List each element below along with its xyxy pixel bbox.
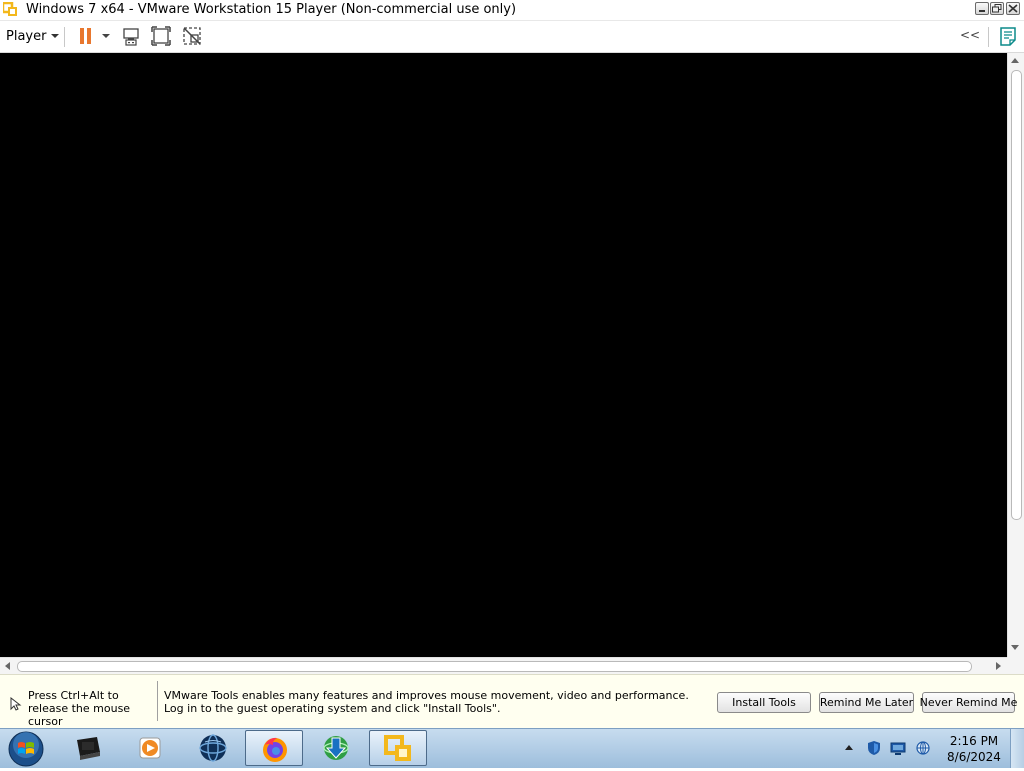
display-icon [890, 742, 906, 755]
tray-display[interactable] [890, 740, 906, 756]
toolbar-divider [64, 27, 65, 47]
network-globe-icon [199, 734, 227, 762]
scroll-down-arrow-icon[interactable] [1011, 645, 1019, 650]
chevron-down-icon [102, 34, 110, 38]
collapse-library-button[interactable]: << [960, 28, 980, 42]
vertical-scroll-thumb[interactable] [1011, 70, 1022, 520]
mouse-cursor-icon [10, 696, 22, 714]
taskbar-item-vmware-player[interactable] [369, 730, 427, 766]
network-icon [916, 741, 930, 755]
taskbar-item-internet-download-manager[interactable] [307, 730, 365, 766]
vmware-tools-message: VMware Tools enables many features and i… [164, 689, 689, 715]
clock-date: 8/6/2024 [947, 750, 1001, 764]
tray-network[interactable] [915, 740, 931, 756]
pause-button[interactable] [74, 24, 98, 48]
send-ctrl-alt-del-button[interactable] [120, 24, 144, 48]
pause-icon [80, 28, 91, 44]
title-bar[interactable]: Windows 7 x64 - VMware Workstation 15 Pl… [0, 0, 1024, 21]
close-button[interactable] [1006, 2, 1020, 15]
vertical-scrollbar[interactable] [1007, 53, 1024, 657]
taskbar-item-media-player[interactable] [121, 730, 179, 766]
notification-divider [157, 681, 158, 721]
computer-icon [77, 737, 100, 760]
taskbar-item-firefox[interactable] [245, 730, 303, 766]
close-icon [1008, 4, 1018, 13]
vmware-player-icon [384, 735, 411, 761]
scroll-right-arrow-icon[interactable] [996, 662, 1001, 670]
player-toolbar: Player << [0, 21, 1024, 53]
shield-icon [868, 741, 880, 755]
taskbar-item-network-globe[interactable] [184, 730, 242, 766]
internet-download-manager-icon [323, 736, 349, 760]
restore-icon [992, 4, 1002, 13]
show-desktop-button[interactable] [1010, 729, 1024, 768]
message-log-button[interactable] [996, 24, 1020, 48]
never-remind-me-button[interactable]: Never Remind Me [920, 692, 1017, 713]
minimize-button[interactable] [975, 2, 989, 15]
unity-icon [183, 27, 201, 45]
horizontal-scrollbar[interactable] [0, 657, 1007, 674]
unity-mode-button[interactable] [180, 24, 204, 48]
media-player-icon [139, 737, 161, 759]
firefox-icon [263, 737, 287, 762]
windows-taskbar: 2:16 PM 8/6/2024 [0, 728, 1024, 768]
show-hidden-icons-arrow-icon[interactable] [845, 745, 853, 750]
minimize-icon [979, 10, 985, 12]
chevron-down-icon [51, 34, 60, 38]
scroll-left-arrow-icon[interactable] [5, 662, 10, 670]
full-screen-button[interactable] [149, 24, 173, 48]
vm-display[interactable] [0, 53, 1007, 657]
window-title: Windows 7 x64 - VMware Workstation 15 Pl… [26, 2, 517, 17]
start-button[interactable] [6, 730, 46, 768]
scrollbar-corner [1007, 657, 1024, 674]
player-menu-button[interactable]: Player [6, 27, 60, 45]
ctrl-alt-del-icon [123, 28, 139, 46]
vmware-logo-icon [1, 1, 18, 17]
windows-start-orb-icon [8, 731, 44, 767]
tray-shield[interactable] [866, 740, 882, 756]
full-screen-icon [151, 26, 171, 46]
taskbar-item-computer[interactable] [59, 730, 117, 766]
release-mouse-hint: Press Ctrl+Alt to release the mouse curs… [28, 689, 131, 728]
notes-icon [1000, 27, 1016, 46]
clock-time: 2:16 PM [949, 734, 999, 748]
scroll-up-arrow-icon[interactable] [1011, 58, 1019, 63]
install-tools-button[interactable]: Install Tools [717, 692, 811, 713]
restore-button[interactable] [990, 2, 1004, 15]
remind-me-later-button[interactable]: Remind Me Later [819, 692, 914, 713]
toolbar-divider [988, 27, 989, 47]
player-menu-label: Player [6, 28, 47, 44]
taskbar-clock[interactable]: 2:16 PM 8/6/2024 [940, 733, 1008, 765]
vmware-tools-notification-bar: Press Ctrl+Alt to release the mouse curs… [0, 674, 1024, 728]
horizontal-scroll-thumb[interactable] [17, 661, 972, 672]
power-options-dropdown[interactable] [98, 24, 114, 48]
